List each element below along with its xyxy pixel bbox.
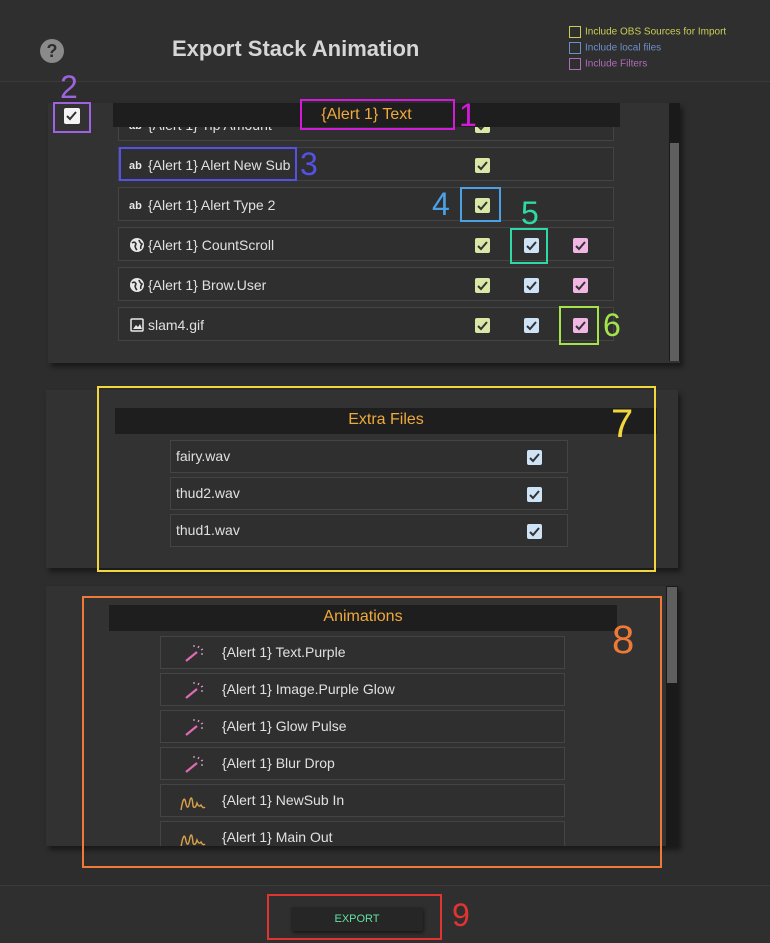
annotation-box-7	[97, 386, 656, 572]
include-local-files-checkbox[interactable]	[524, 318, 539, 333]
legend-local-files: Include local files	[569, 42, 661, 56]
include-local-files-checkbox[interactable]	[524, 278, 539, 293]
page-title: Export Stack Animation	[172, 36, 420, 61]
annotation-box-2	[53, 102, 91, 133]
source-row[interactable]: slam4.gif	[118, 307, 614, 341]
annotation-number-2: 2	[60, 69, 78, 105]
annotation-number-4: 4	[432, 186, 450, 222]
legend-swatch-filters	[569, 58, 581, 70]
annotation-box-8	[82, 596, 662, 868]
image-source-icon	[129, 317, 145, 333]
annotation-number-1: 1	[459, 97, 477, 133]
source-row[interactable]: {Alert 1} Brow.User	[118, 267, 614, 301]
include-obs-checkbox[interactable]	[475, 158, 490, 173]
include-obs-checkbox[interactable]	[475, 278, 490, 293]
annotation-number-6: 6	[603, 307, 621, 343]
annotation-number-3: 3	[300, 146, 318, 182]
include-filters-checkbox[interactable]	[573, 278, 588, 293]
animations-scrollbar-thumb[interactable]	[667, 587, 677, 683]
include-filters-checkbox[interactable]	[573, 238, 588, 253]
include-obs-checkbox[interactable]	[475, 238, 490, 253]
annotation-number-7: 7	[611, 402, 634, 446]
help-icon[interactable]: ?	[40, 39, 64, 63]
legend-obs-sources: Include OBS Sources for Import	[569, 26, 726, 40]
svg-text:ab: ab	[129, 200, 142, 212]
annotation-box-9	[267, 894, 442, 940]
sources-scrollbar-thumb[interactable]	[670, 143, 679, 361]
browser-source-icon	[129, 237, 145, 253]
annotation-number-9: 9	[452, 897, 470, 933]
annotation-box-6	[559, 306, 599, 345]
source-row[interactable]: ab {Alert 1} Alert Type 2	[118, 187, 614, 221]
text-source-icon: ab	[129, 197, 145, 213]
annotation-number-8: 8	[612, 618, 635, 662]
legend-swatch-local	[569, 42, 581, 54]
browser-source-icon	[129, 277, 145, 293]
annotation-box-4	[460, 187, 501, 222]
include-obs-checkbox[interactable]	[475, 318, 490, 333]
annotation-box-1	[300, 99, 455, 130]
annotation-box-5	[510, 228, 548, 264]
annotation-number-5: 5	[521, 195, 539, 231]
annotation-box-3	[119, 147, 297, 181]
legend-swatch-obs	[569, 26, 581, 38]
legend-filters: Include Filters	[569, 58, 647, 72]
